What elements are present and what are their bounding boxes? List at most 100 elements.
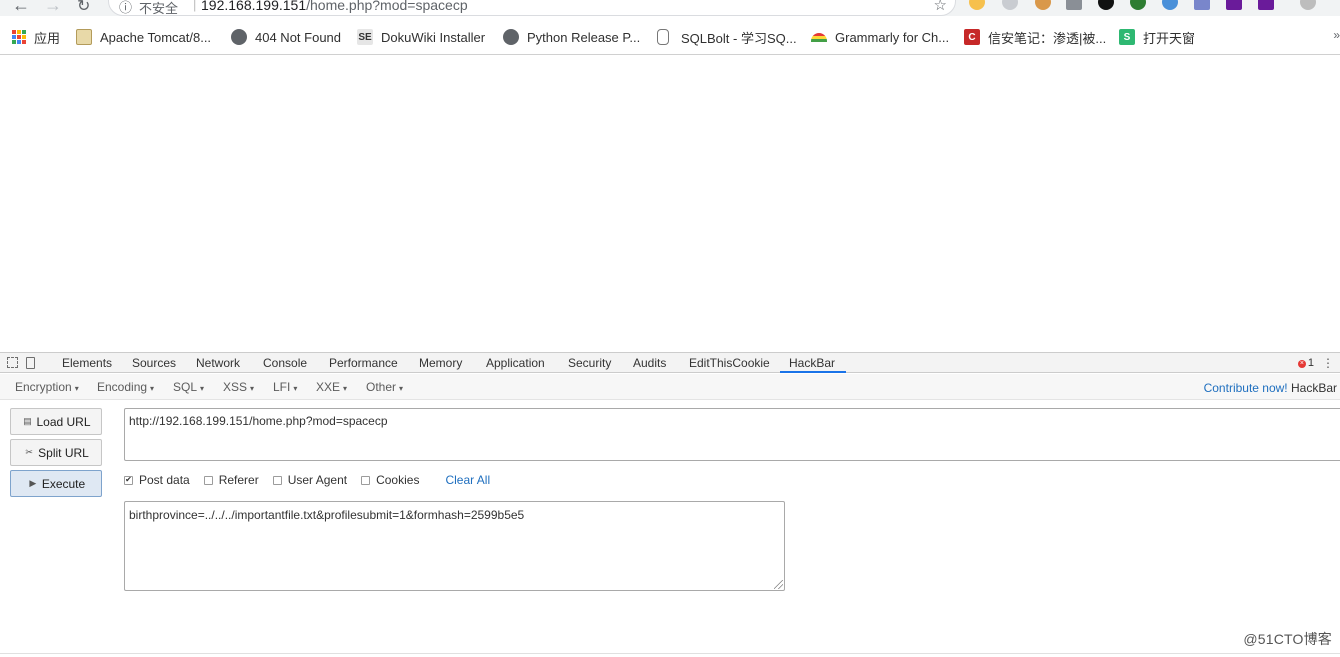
tab-network[interactable]: Network — [196, 356, 240, 370]
extension-hackbar-icon[interactable] — [1226, 0, 1242, 10]
extension-shield-icon[interactable] — [1194, 0, 1210, 10]
resize-handle-icon[interactable] — [774, 580, 783, 589]
tomcat-icon — [76, 29, 92, 45]
bookmark-label: 信安笔记：渗透|被... — [988, 30, 1107, 46]
bookmark-sqlbolt[interactable]: SQLBolt - 学习SQ... — [657, 28, 797, 46]
bookmark-tianchuang[interactable]: S 打开天窗 — [1119, 28, 1195, 46]
caret-down-icon: ▾ — [343, 384, 348, 393]
option-cookies[interactable]: Cookies — [361, 473, 419, 487]
menu-label: LFI — [273, 380, 291, 394]
url-input[interactable]: http://192.168.199.151/home.php?mod=spac… — [124, 408, 1340, 461]
cookies-checkbox[interactable] — [361, 475, 371, 485]
tab-console[interactable]: Console — [263, 356, 307, 370]
extension-green-icon[interactable] — [1130, 0, 1146, 10]
bookmark-label: Apache Tomcat/8... — [100, 29, 212, 45]
security-status: 不安全 — [139, 1, 179, 16]
address-bar[interactable]: ⓘ 不安全 | 192.168.199.151/home.php?mod=spa… — [108, 0, 956, 16]
post-data-textarea[interactable]: birthprovince=../../../importantfile.txt… — [124, 501, 785, 591]
s-icon: S — [1119, 29, 1135, 45]
bookmarks-overflow-icon[interactable]: » — [1333, 28, 1340, 42]
bookmark-xinan[interactable]: C 信安笔记：渗透|被... — [964, 28, 1106, 46]
rainbow-icon — [811, 32, 827, 42]
menu-label: XSS — [223, 380, 248, 394]
caret-down-icon: ▾ — [74, 384, 79, 393]
extension-cloud-icon[interactable] — [1162, 0, 1178, 10]
hackbar-menu: Encryption ▾ Encoding ▾ SQL ▾ XSS ▾ LFI ▾ XXE… — [0, 374, 1340, 400]
post-data-checkbox[interactable]: ✔ — [124, 475, 133, 485]
option-referer[interactable]: Referer — [203, 473, 259, 487]
clear-all-link[interactable]: Clear All — [445, 473, 490, 487]
menu-xxe[interactable]: XXE ▾ — [316, 380, 347, 394]
load-url-button[interactable]: ▤ Load URL — [10, 408, 102, 435]
database-icon — [657, 29, 669, 45]
extension-hackbar2-icon[interactable] — [1258, 0, 1274, 10]
menu-xss[interactable]: XSS ▾ — [223, 380, 254, 394]
bookmark-python[interactable]: Python Release P... — [503, 28, 640, 46]
c-icon: C — [964, 29, 980, 45]
bookmark-label: Grammarly for Ch... — [835, 29, 950, 45]
execute-button[interactable]: ▶ Execute — [10, 470, 102, 497]
inspect-element-icon[interactable] — [7, 357, 18, 368]
option-label: Referer — [218, 473, 259, 487]
forward-arrow-icon[interactable]: → — [44, 0, 62, 16]
menu-encoding[interactable]: Encoding ▾ — [97, 380, 154, 394]
bookmarks-divider — [0, 54, 1340, 55]
menu-encryption[interactable]: Encryption ▾ — [15, 380, 79, 394]
bookmark-dokuwiki[interactable]: SE DokuWiki Installer — [357, 28, 485, 46]
profile-avatar-icon[interactable] — [1300, 0, 1316, 10]
error-counter[interactable]: × 1 — [1297, 357, 1314, 369]
bookmark-404[interactable]: 404 Not Found — [231, 28, 341, 46]
button-label: Load URL — [36, 414, 91, 429]
bottom-divider — [0, 653, 1340, 654]
info-icon[interactable]: ⓘ — [119, 0, 132, 16]
active-tab-indicator — [780, 371, 846, 373]
device-toolbar-icon[interactable] — [26, 357, 35, 369]
tab-sources[interactable]: Sources — [132, 356, 176, 370]
menu-label: Other — [366, 380, 397, 394]
option-post-data[interactable]: ✔ Post data — [124, 473, 190, 487]
extension-cookie-icon[interactable] — [1035, 0, 1051, 10]
reload-icon[interactable]: ↻ — [77, 0, 90, 16]
globe-icon — [503, 29, 519, 45]
contribute-link[interactable]: Contribute now! — [1204, 381, 1288, 395]
tab-security[interactable]: Security — [568, 356, 611, 370]
button-label: Execute — [41, 476, 86, 491]
caret-down-icon: ▾ — [399, 384, 404, 393]
caret-down-icon: ▾ — [250, 384, 255, 393]
menu-sql[interactable]: SQL ▾ — [173, 380, 204, 394]
tab-audits[interactable]: Audits — [633, 356, 666, 370]
menu-other[interactable]: Other ▾ — [366, 380, 403, 394]
bookmark-label: Python Release P... — [527, 29, 641, 45]
extension-ring-icon[interactable] — [1098, 0, 1114, 10]
tab-performance[interactable]: Performance — [329, 356, 398, 370]
extension-link-icon[interactable] — [1002, 0, 1018, 10]
tab-application[interactable]: Application — [486, 356, 545, 370]
menu-lfi[interactable]: LFI ▾ — [273, 380, 297, 394]
bookmark-tomcat[interactable]: Apache Tomcat/8... — [76, 28, 211, 46]
url-text[interactable]: 192.168.199.151/home.php?mod=spacecp — [201, 0, 468, 13]
menu-label: Encoding — [97, 380, 148, 394]
option-user-agent[interactable]: User Agent — [272, 473, 347, 487]
option-label: Post data — [139, 473, 190, 487]
tab-hackbar[interactable]: HackBar — [789, 356, 835, 370]
menu-label: XXE — [316, 380, 341, 394]
caret-down-icon: ▾ — [150, 384, 155, 393]
referer-checkbox[interactable] — [203, 475, 213, 485]
error-icon: × — [1297, 360, 1306, 368]
user-agent-checkbox[interactable] — [272, 475, 282, 485]
extension-lightbulb-icon[interactable] — [969, 0, 985, 10]
caret-down-icon: ▾ — [293, 384, 298, 393]
tab-editthiscookie[interactable]: EditThisCookie — [689, 356, 770, 370]
back-arrow-icon[interactable]: ← — [12, 0, 30, 16]
bookmark-star-icon[interactable]: ☆ — [934, 0, 947, 14]
more-options-icon[interactable]: ⋮ — [1322, 356, 1334, 370]
tab-elements[interactable]: Elements — [62, 356, 112, 370]
bookmark-grammarly[interactable]: Grammarly for Ch... — [811, 28, 949, 46]
devtools-tabbar: Elements Sources Network Console Perform… — [0, 352, 1340, 373]
split-url-button[interactable]: ✂ Split URL — [10, 439, 102, 466]
bookmark-label: DokuWiki Installer — [381, 29, 486, 45]
tab-memory[interactable]: Memory — [419, 356, 462, 370]
extension-ip-icon[interactable] — [1066, 0, 1082, 10]
menu-label: Encryption — [15, 380, 72, 394]
bookmark-apps[interactable]: 应用 — [12, 28, 60, 46]
